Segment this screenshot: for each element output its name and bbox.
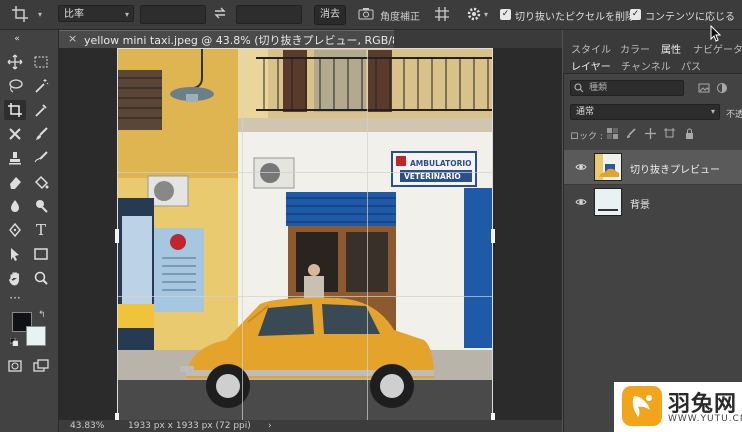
more-tools-icon[interactable]: ··· (4, 288, 26, 308)
lock-label: ロック : (570, 132, 603, 142)
eraser-tool-icon[interactable] (4, 172, 26, 192)
lock-pixels-icon[interactable] (626, 128, 637, 139)
sign-text-ambulatorio: AMBULATORIO (410, 159, 472, 168)
layer-name[interactable]: 背景 (630, 196, 650, 211)
tab-color[interactable]: カラー (620, 41, 650, 56)
marquee-tool-icon[interactable] (30, 52, 52, 72)
sign-text-veterinario: VETERINARIO (404, 172, 461, 181)
layer-row[interactable]: 背景 (564, 184, 742, 219)
screen-mode-icon[interactable] (30, 356, 52, 376)
delete-cropped-label: 切り抜いたピクセルを削除 (515, 12, 635, 23)
background-color-swatch[interactable] (26, 326, 46, 346)
panel-tabs-layers: レイヤー チャンネル パス (563, 56, 742, 74)
document-size: 1933 px x 1933 px (72 ppi) (128, 421, 251, 431)
straighten-label[interactable]: 角度補正 (380, 8, 420, 23)
rectangle-tool-icon[interactable] (30, 244, 52, 264)
chevron-down-icon: ▾ (710, 107, 715, 116)
lasso-tool-icon[interactable] (4, 76, 26, 96)
swap-colors-icon[interactable]: ↰ (38, 310, 46, 320)
image-filter-icon[interactable] (698, 82, 710, 94)
ratio-select-value: 比率 (64, 9, 84, 20)
dodge-tool-icon[interactable] (30, 196, 52, 216)
clear-button[interactable]: 消去 (314, 5, 346, 25)
blend-mode-select[interactable]: 通常 ▾ (570, 104, 720, 120)
ratio-height-input[interactable] (236, 5, 302, 24)
quick-mask-icon[interactable] (4, 356, 26, 376)
status-menu-arrow[interactable]: › (268, 421, 272, 431)
options-bar: ▾ 比率 ▾ 消去 角度補正 ▾ ✓ 切り抜いたピクセルを削除 ✓ コンテンツに… (0, 0, 742, 30)
healing-brush-icon[interactable] (4, 124, 26, 144)
tab-layers[interactable]: レイヤー (571, 58, 611, 73)
blend-mode-value: 通常 (576, 107, 595, 117)
tab-paths[interactable]: パス (681, 58, 701, 73)
visibility-eye-icon[interactable] (575, 162, 587, 172)
content-aware-checkbox[interactable]: ✓ (630, 9, 641, 20)
visibility-eye-icon[interactable] (575, 197, 587, 207)
clone-stamp-icon[interactable] (4, 148, 26, 168)
delete-cropped-checkbox[interactable]: ✓ (500, 9, 511, 20)
document-tab-title[interactable]: yellow mini taxi.jpeg @ 43.8% (切り抜きプレビュー… (84, 32, 412, 48)
path-selection-icon[interactable] (4, 244, 26, 264)
crop-tool-preset-icon[interactable] (10, 4, 32, 24)
layer-thumbnail (594, 153, 622, 181)
collapse-icon[interactable]: « (6, 34, 28, 54)
lock-position-icon[interactable] (645, 128, 656, 139)
watermark-logo-icon (622, 386, 662, 426)
tools-panel: « T ··· ↰ (0, 30, 59, 432)
tab-navigator[interactable]: ナビゲータ (693, 41, 742, 56)
watermark-url: WWW.YUTU.CN (668, 414, 742, 424)
move-tool-icon[interactable] (4, 52, 26, 72)
content-aware-label: コンテンツに応じる (645, 12, 735, 23)
straighten-icon[interactable] (358, 7, 374, 21)
pen-tool-icon[interactable] (4, 220, 26, 240)
ratio-width-input[interactable] (140, 5, 206, 24)
ratio-select[interactable]: 比率 ▾ (58, 5, 134, 22)
lock-all-icon[interactable] (684, 128, 695, 139)
preset-caret-icon[interactable]: ▾ (38, 10, 42, 19)
paint-bucket-icon[interactable] (30, 172, 52, 192)
swap-icon[interactable] (212, 5, 228, 21)
gear-icon[interactable] (466, 6, 482, 22)
photo-canvas[interactable]: AMBULATORIO VETERINARIO (118, 48, 492, 420)
layer-thumbnail (594, 188, 622, 216)
zoom-tool-icon[interactable] (30, 268, 52, 288)
layer-filter-select[interactable]: 種類 (570, 80, 684, 96)
layer-name[interactable]: 切り抜きプレビュー (630, 161, 720, 176)
tab-channels[interactable]: チャンネル (621, 58, 671, 73)
magic-wand-icon[interactable] (30, 76, 52, 96)
search-icon (574, 83, 584, 93)
lock-artboard-icon[interactable] (664, 128, 675, 139)
eyedropper-tool-icon[interactable] (30, 100, 52, 120)
gear-caret-icon[interactable]: ▾ (484, 10, 488, 19)
adjustment-filter-icon[interactable] (716, 82, 728, 94)
grid-overlay-icon[interactable] (434, 6, 450, 22)
lock-transparent-icon[interactable] (607, 128, 618, 139)
zoom-level[interactable]: 43.83% (70, 421, 104, 431)
tab-strip-background (394, 30, 562, 48)
opacity-label: 不透 (726, 110, 742, 120)
history-brush-icon[interactable] (30, 148, 52, 168)
crop-tool-icon[interactable] (4, 100, 26, 120)
type-tool-icon[interactable]: T (30, 220, 52, 240)
layer-row[interactable]: 切り抜きプレビュー (564, 150, 742, 184)
close-icon[interactable]: × (68, 32, 77, 45)
hand-tool-icon[interactable] (4, 268, 26, 288)
blur-tool-icon[interactable] (4, 196, 26, 216)
mouse-cursor-icon (710, 24, 722, 42)
tab-properties[interactable]: 属性 (661, 41, 681, 56)
brush-tool-icon[interactable] (30, 124, 52, 144)
tab-styles[interactable]: スタイル (571, 41, 611, 56)
chevron-down-icon: ▾ (124, 10, 129, 19)
default-colors-icon[interactable] (9, 337, 19, 347)
